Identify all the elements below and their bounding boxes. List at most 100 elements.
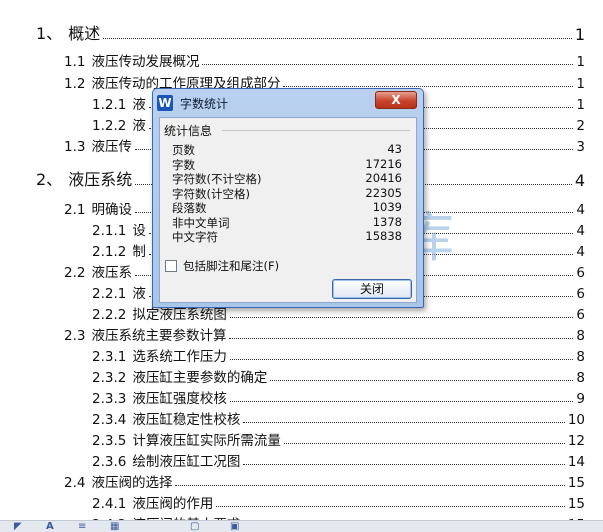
stat-label: 字数	[172, 157, 195, 172]
include-footnotes-label: 包括脚注和尾注(F)	[183, 259, 280, 273]
toc-entry[interactable]: 2.3.6 绘制液压缸工况图 14	[92, 449, 585, 470]
close-button[interactable]: 关闭	[332, 279, 412, 299]
dialog-title: 字数统计	[180, 96, 229, 111]
toc-entry-title: 明确设	[91, 202, 132, 218]
toc-leader-dots	[229, 359, 574, 360]
stat-label: 页数	[172, 143, 195, 157]
toc-entry[interactable]: 2.3.3 液压缸强度校核 9	[92, 386, 585, 407]
group-divider	[222, 130, 410, 131]
toc-leader-dots	[243, 422, 565, 423]
toc-leader-dots	[229, 401, 574, 402]
stat-row: 字符数(计空格) 22305	[172, 186, 402, 201]
stat-value: 1039	[372, 200, 402, 214]
toc-entry-page: 6	[576, 286, 585, 302]
toc-leader-dots	[229, 338, 574, 339]
image-icon[interactable]: ▣	[230, 522, 239, 532]
include-footnotes-option[interactable]: 包括脚注和尾注(F)	[165, 258, 279, 274]
toc-entry[interactable]: 1.1 液压传动发展概况 1	[64, 49, 585, 70]
toc-entry-page: 9	[576, 391, 585, 407]
wps-writer-icon: W	[157, 95, 173, 111]
toc-leader-dots	[216, 506, 565, 507]
toc-entry-page: 1	[576, 76, 585, 92]
dialog-content: 统计信息 页数 43 字数 17216 字符数(不计空格) 20416 字符数(计空格) 22…	[159, 117, 417, 303]
toc-entry-title: 液压缸主要参数的确定	[132, 370, 268, 386]
toc-entry-number: 2.3.6	[92, 454, 127, 470]
toc-entry-title: 液	[132, 286, 146, 302]
stat-label: 中文字符	[172, 230, 218, 244]
toc-entry-page: 12	[567, 433, 585, 449]
toc-leader-dots	[202, 64, 574, 65]
toc-entry[interactable]: 2.4 液压阀的选择 15	[64, 470, 585, 491]
toc-entry-page: 3	[576, 139, 585, 155]
toc-entry-page: 2	[576, 118, 585, 134]
toc-entry-title: 液压系	[91, 265, 132, 281]
dialog-titlebar[interactable]: W 字数统计 X	[153, 89, 423, 117]
page-icon[interactable]: ▢	[190, 522, 199, 532]
toc-entry-title: 绘制液压缸工况图	[132, 454, 241, 470]
stat-row: 非中文单词 1378	[172, 215, 402, 230]
stat-label: 字符数(计空格)	[172, 186, 250, 201]
toc-entry-title: 计算液压缸实际所需流量	[132, 433, 281, 449]
table-icon[interactable]: ▦	[110, 522, 119, 532]
toc-entry-title: 制	[132, 244, 146, 260]
toc-leader-dots	[270, 380, 574, 381]
toc-entry-title: 液压缸稳定性校核	[132, 412, 241, 428]
toc-entry-title: 液	[132, 118, 146, 134]
stat-row: 中文字符 15838	[172, 229, 402, 244]
titlebar-close-button[interactable]: X	[375, 91, 417, 109]
toc-leader-dots	[175, 485, 565, 486]
toc-entry-number: 1.1	[64, 54, 86, 70]
stat-label: 非中文单词	[172, 215, 230, 230]
toc-entry[interactable]: 2.3.2 液压缸主要参数的确定 8	[92, 365, 585, 386]
toc-entry-page: 8	[576, 370, 585, 386]
toc-entry-number: 2.4.1	[92, 496, 127, 512]
toc-entry-page: 8	[576, 349, 585, 365]
toc-entry-number: 2.2.1	[92, 286, 127, 302]
toc-entry-title: 液压缸强度校核	[132, 391, 227, 407]
toc-leader-dots	[283, 443, 565, 444]
toc-entry[interactable]: 2.3.1 选系统工作压力 8	[92, 344, 585, 365]
toc-entry-number: 2.1.1	[92, 223, 127, 239]
toc-entry-page: 6	[576, 265, 585, 281]
include-footnotes-checkbox[interactable]	[165, 260, 177, 272]
toc-entry-page: 1	[576, 97, 585, 113]
toc-entry-title: 概述	[68, 24, 101, 43]
draw-arrow-icon[interactable]: ◤	[14, 522, 22, 532]
toc-entry-number: 1.2	[64, 76, 86, 92]
toc-entry-number: 2、	[36, 170, 63, 189]
stat-value: 20416	[365, 171, 402, 185]
toc-entry-number: 2.1.2	[92, 244, 127, 260]
toc-entry-page: 15	[567, 496, 585, 512]
toc-entry[interactable]: 1、 概述 1	[36, 20, 585, 44]
toc-entry-number: 2.2.2	[92, 307, 127, 323]
toc-entry-page: 1	[574, 25, 585, 44]
toc-entry[interactable]: 2.3.5 计算液压缸实际所需流量 12	[92, 428, 585, 449]
toc-entry-title: 液压系统	[68, 170, 133, 189]
toc-entry-number: 1、	[36, 24, 63, 43]
toc-entry-number: 2.3.3	[92, 391, 127, 407]
lines-icon[interactable]: ≡	[78, 522, 86, 532]
toc-entry-page: 4	[576, 223, 585, 239]
toc-entry-number: 1.3	[64, 139, 86, 155]
stat-label: 段落数	[172, 201, 207, 215]
toc-entry-page: 4	[574, 171, 585, 190]
toc-entry-page: 6	[576, 307, 585, 323]
toc-entry-number: 2.1	[64, 202, 86, 218]
toc-entry-number: 2.3.5	[92, 433, 127, 449]
toc-entry-title: 液压阀的选择	[91, 475, 173, 491]
toc-entry-number: 1.2.1	[92, 97, 127, 113]
stat-row: 字数 17216	[172, 157, 402, 172]
stat-value: 15838	[365, 229, 402, 243]
stat-value: 17216	[365, 156, 402, 171]
stat-row: 段落数 1039	[172, 200, 402, 215]
toc-entry-title: 液压传	[91, 139, 132, 155]
stat-value: 1378	[372, 214, 402, 229]
toc-entry[interactable]: 2.4.1 液压阀的作用 15	[92, 491, 585, 512]
toc-entry[interactable]: 2.3 液压系统主要参数计算 8	[64, 323, 585, 344]
toc-entry-title: 选系统工作压力	[132, 349, 227, 365]
toc-entry-number: 2.3.1	[92, 349, 127, 365]
toc-entry-number: 2.3.4	[92, 412, 127, 428]
toc-entry[interactable]: 2.3.4 液压缸稳定性校核 10	[92, 407, 585, 428]
toc-leader-dots	[243, 464, 565, 465]
text-tool-icon[interactable]: A	[46, 522, 54, 532]
